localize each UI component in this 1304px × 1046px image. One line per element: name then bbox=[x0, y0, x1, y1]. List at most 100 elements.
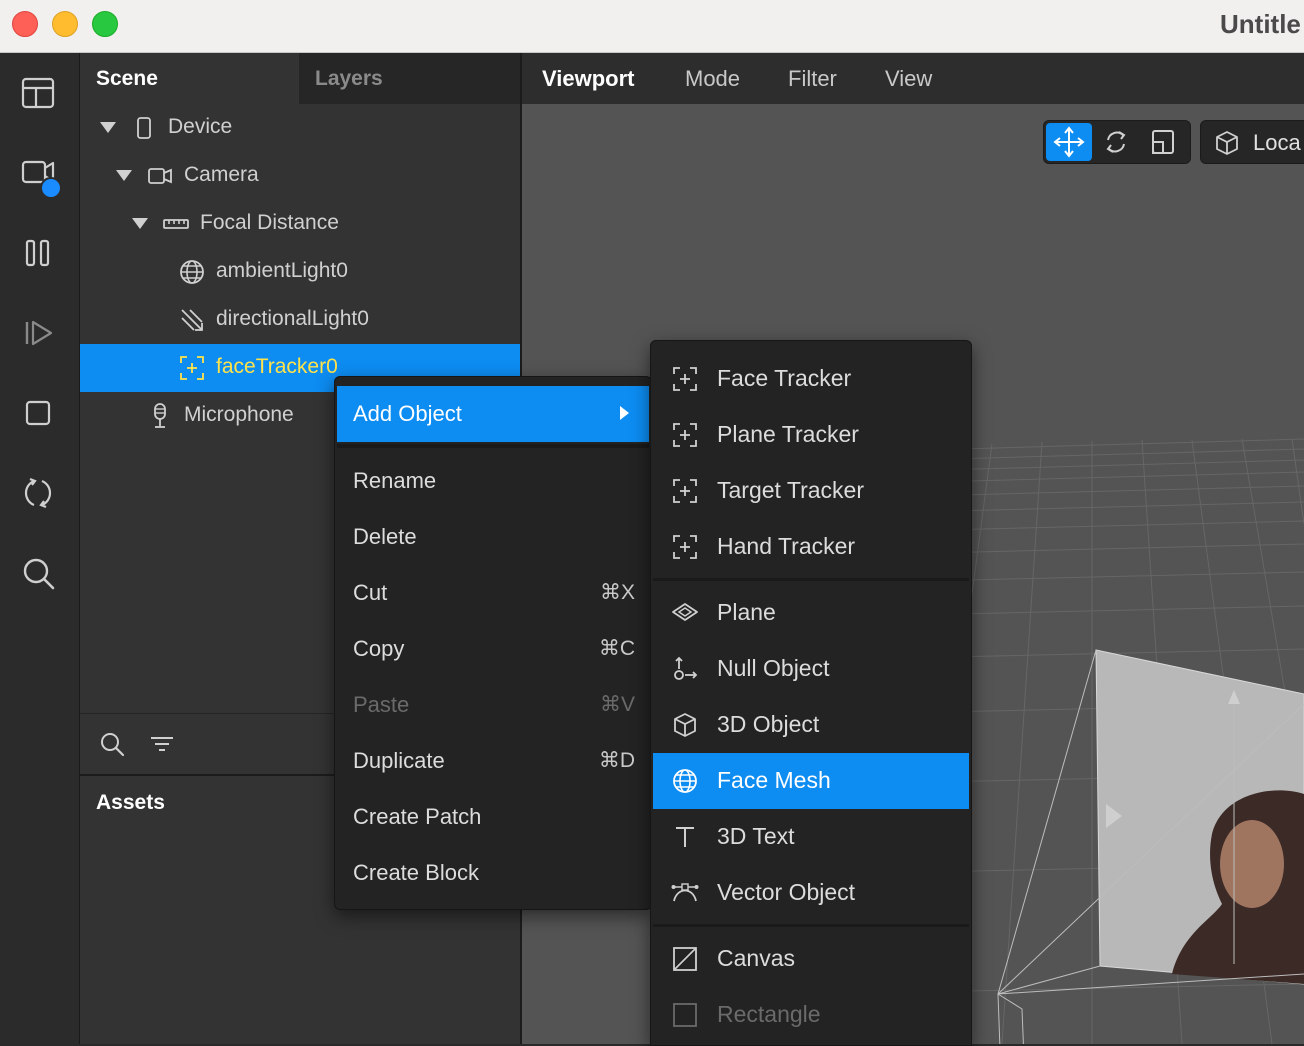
tree-item-directional-light[interactable]: directionalLight0 bbox=[80, 296, 520, 344]
menu-separator bbox=[653, 924, 969, 927]
submenu-item-vector-object[interactable]: Vector Object bbox=[653, 865, 969, 921]
zoom-window-button[interactable] bbox=[92, 11, 118, 37]
submenu-item-face-mesh[interactable]: Face Mesh bbox=[653, 753, 969, 809]
vector-icon bbox=[671, 879, 699, 907]
globe-icon bbox=[671, 767, 699, 795]
minimize-window-button[interactable] bbox=[52, 11, 78, 37]
menu-item-label: Paste bbox=[353, 692, 410, 717]
submenu-item-target-tracker[interactable]: Target Tracker bbox=[653, 463, 969, 519]
submenu-item-canvas[interactable]: Canvas bbox=[653, 931, 969, 987]
rectangle-icon bbox=[671, 1001, 699, 1029]
menu-item-paste: Paste ⌘V bbox=[337, 677, 649, 733]
menu-item-label: Duplicate bbox=[353, 748, 445, 773]
submenu-item-label: 3D Object bbox=[717, 711, 820, 737]
submenu-item-face-tracker[interactable]: Face Tracker bbox=[653, 351, 969, 407]
menu-item-shortcut: ⌘D bbox=[598, 749, 635, 772]
tracker-icon bbox=[671, 365, 699, 393]
menu-item-shortcut: ⌘X bbox=[599, 581, 635, 604]
face-tracker-icon bbox=[178, 354, 206, 382]
menu-item-add-object[interactable]: Add Object bbox=[337, 386, 649, 442]
submenu-item-label: Null Object bbox=[717, 655, 830, 681]
rotate-tool-button[interactable] bbox=[1093, 123, 1139, 161]
tree-item-ambient-light[interactable]: ambientLight0 bbox=[80, 248, 520, 296]
pause-icon[interactable] bbox=[18, 233, 58, 273]
local-space-button[interactable]: Loca bbox=[1200, 120, 1304, 164]
menu-item-shortcut: ⌘C bbox=[598, 637, 635, 660]
viewport-menu-bar: Viewport Mode Filter View bbox=[522, 53, 1304, 104]
menu-item-label: Create Patch bbox=[353, 804, 482, 829]
cube-icon bbox=[1213, 129, 1241, 157]
menu-item-rename[interactable]: Rename bbox=[337, 453, 649, 509]
close-window-button[interactable] bbox=[12, 11, 38, 37]
submenu-item-hand-tracker[interactable]: Hand Tracker bbox=[653, 519, 969, 575]
play-icon[interactable] bbox=[18, 313, 58, 353]
submenu-item-3d-object[interactable]: 3D Object bbox=[653, 697, 969, 753]
globe-icon bbox=[178, 258, 206, 286]
scale-tool-button[interactable] bbox=[1140, 123, 1186, 161]
ruler-icon bbox=[162, 210, 190, 238]
plane-icon bbox=[671, 599, 699, 627]
view-menu[interactable]: View bbox=[885, 53, 932, 104]
local-space-label: Loca bbox=[1253, 130, 1301, 155]
submenu-item-plane-tracker[interactable]: Plane Tracker bbox=[653, 407, 969, 463]
transform-gizmo-group bbox=[1043, 120, 1191, 164]
left-toolbar bbox=[0, 53, 80, 1044]
menu-item-label: Cut bbox=[353, 580, 388, 605]
menu-item-label: Copy bbox=[353, 636, 405, 661]
submenu-arrow-icon bbox=[620, 406, 629, 420]
menu-item-copy[interactable]: Copy ⌘C bbox=[337, 621, 649, 677]
square-icon[interactable] bbox=[18, 393, 58, 433]
cube-icon bbox=[671, 711, 699, 739]
submenu-item-plane[interactable]: Plane bbox=[653, 585, 969, 641]
expand-arrow-icon[interactable] bbox=[100, 122, 116, 133]
search-icon[interactable] bbox=[98, 730, 126, 758]
tree-item-label: Device bbox=[168, 115, 233, 138]
menu-item-create-patch[interactable]: Create Patch bbox=[337, 789, 649, 845]
expand-arrow-icon[interactable] bbox=[132, 218, 148, 229]
expand-arrow-icon[interactable] bbox=[116, 170, 132, 181]
submenu-item-3d-text[interactable]: 3D Text bbox=[653, 809, 969, 865]
camera-icon bbox=[146, 162, 174, 190]
microphone-icon bbox=[146, 402, 174, 430]
tree-item-label: Camera bbox=[184, 163, 259, 186]
menu-item-create-block[interactable]: Create Block bbox=[337, 845, 649, 901]
menu-item-cut[interactable]: Cut ⌘X bbox=[337, 565, 649, 621]
notification-badge bbox=[40, 177, 62, 199]
filter-icon[interactable] bbox=[148, 730, 176, 758]
submenu-item-label: Target Tracker bbox=[717, 477, 864, 503]
sync-icon[interactable] bbox=[18, 473, 58, 513]
move-tool-button[interactable] bbox=[1046, 123, 1092, 161]
filter-menu[interactable]: Filter bbox=[788, 53, 837, 104]
tab-scene[interactable]: Scene bbox=[80, 53, 299, 104]
title-bar: Untitle bbox=[0, 0, 1304, 53]
menu-item-label: Delete bbox=[353, 524, 417, 549]
layout-icon[interactable] bbox=[18, 73, 58, 113]
tab-layers[interactable]: Layers bbox=[299, 53, 520, 104]
add-object-submenu: Face Tracker Plane Tracker Target Tracke… bbox=[650, 340, 972, 1046]
assets-title: Assets bbox=[96, 791, 165, 814]
tree-item-camera[interactable]: Camera bbox=[80, 152, 520, 200]
menu-item-duplicate[interactable]: Duplicate ⌘D bbox=[337, 733, 649, 789]
text-icon bbox=[671, 823, 699, 851]
submenu-item-label: Plane bbox=[717, 599, 776, 625]
device-icon bbox=[130, 114, 158, 142]
submenu-item-label: 3D Text bbox=[717, 823, 795, 849]
submenu-item-null-object[interactable]: Null Object bbox=[653, 641, 969, 697]
tree-item-device[interactable]: Device bbox=[80, 104, 520, 152]
canvas-icon bbox=[671, 945, 699, 973]
menu-item-delete[interactable]: Delete bbox=[337, 509, 649, 565]
menu-item-shortcut: ⌘V bbox=[599, 693, 635, 716]
tree-item-focal-distance[interactable]: Focal Distance bbox=[80, 200, 520, 248]
tab-viewport[interactable]: Viewport bbox=[542, 53, 635, 104]
tree-item-label: directionalLight0 bbox=[216, 307, 369, 330]
tree-item-label: Focal Distance bbox=[200, 211, 339, 234]
tracker-icon bbox=[671, 477, 699, 505]
search-icon[interactable] bbox=[18, 553, 58, 593]
submenu-item-label: Canvas bbox=[717, 945, 795, 971]
tree-item-label: ambientLight0 bbox=[216, 259, 348, 282]
menu-separator bbox=[653, 578, 969, 581]
directional-light-icon bbox=[178, 306, 206, 334]
submenu-item-label: Face Tracker bbox=[717, 365, 852, 391]
scene-tabs: Scene Layers bbox=[80, 53, 520, 104]
mode-menu[interactable]: Mode bbox=[685, 53, 740, 104]
